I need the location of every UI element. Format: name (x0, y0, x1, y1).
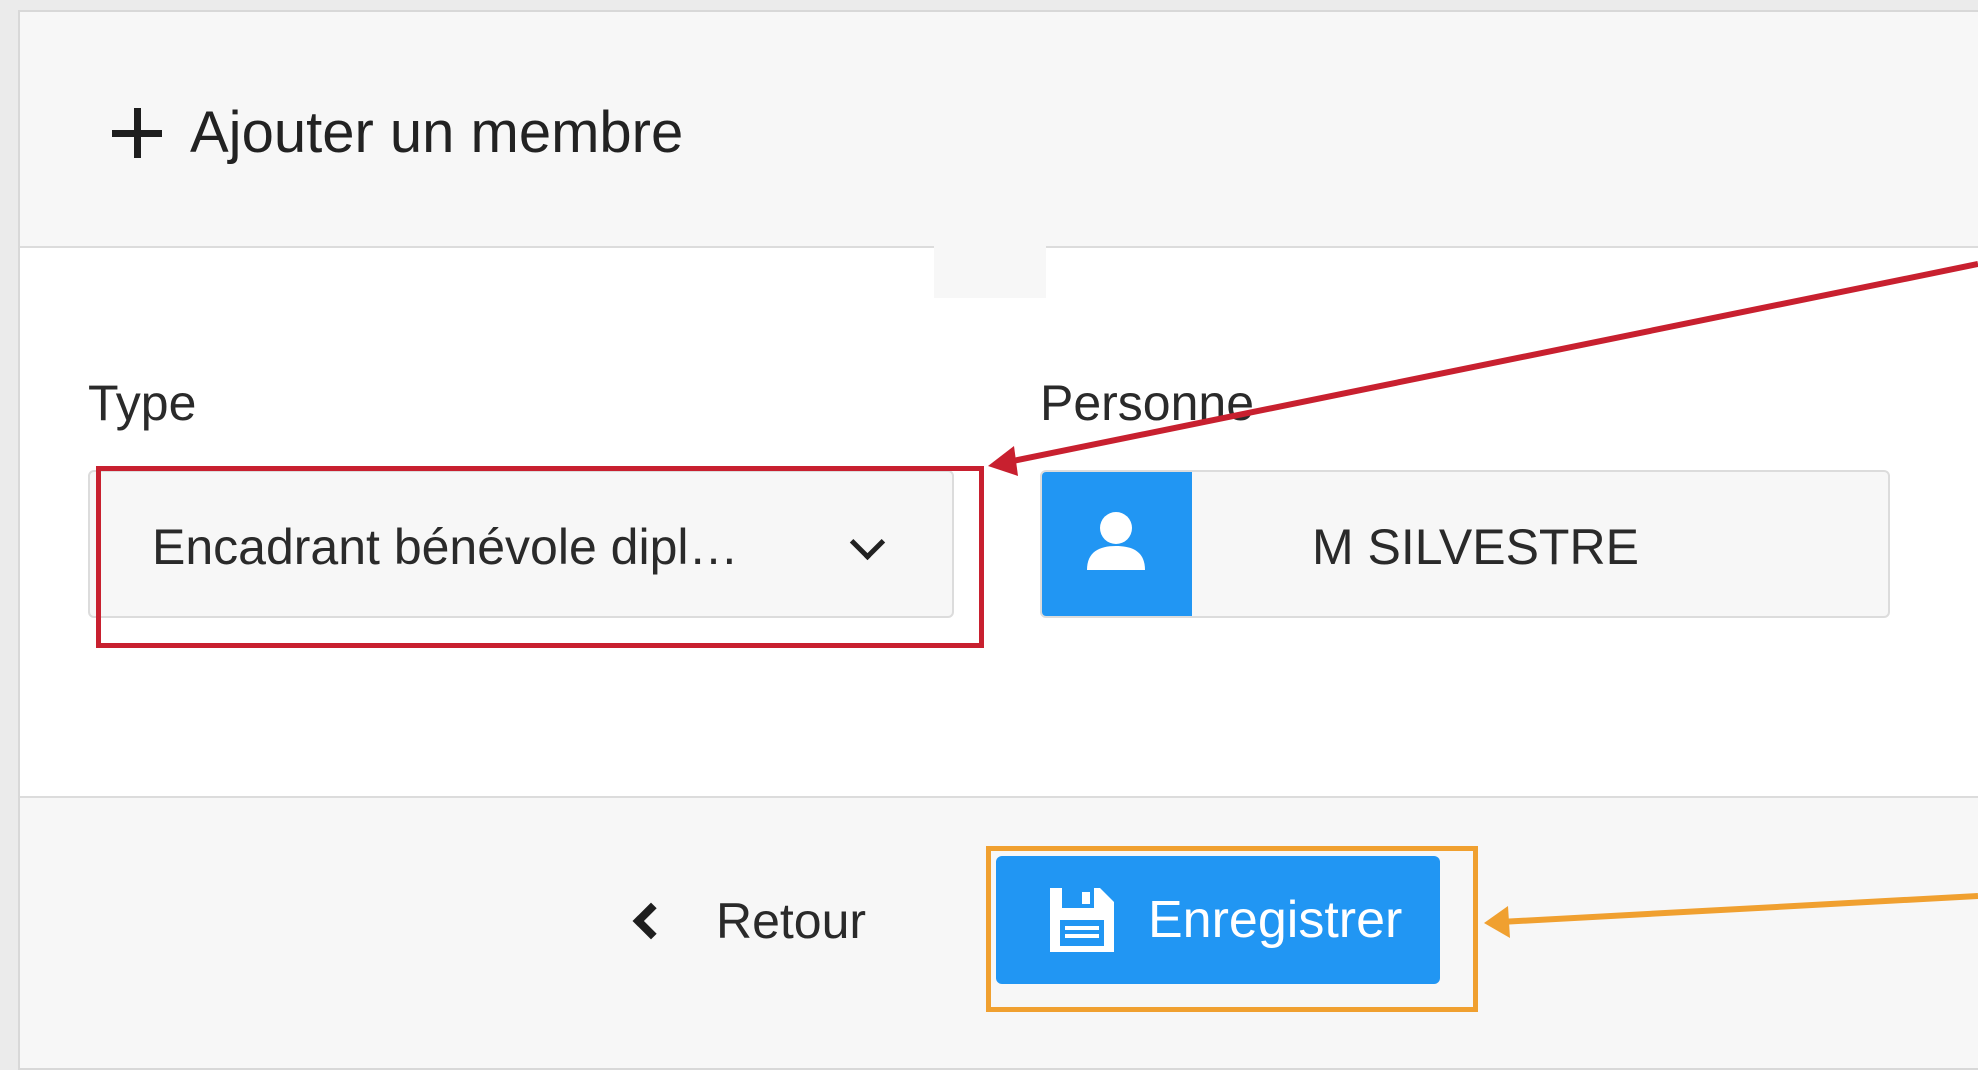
annotation-arrows (988, 261, 1978, 938)
arrow-head-red (988, 446, 1018, 476)
arrow-to-save-button (1499, 893, 1978, 925)
arrow-head-orange (1484, 906, 1510, 938)
arrow-to-type-select (1007, 261, 1978, 465)
